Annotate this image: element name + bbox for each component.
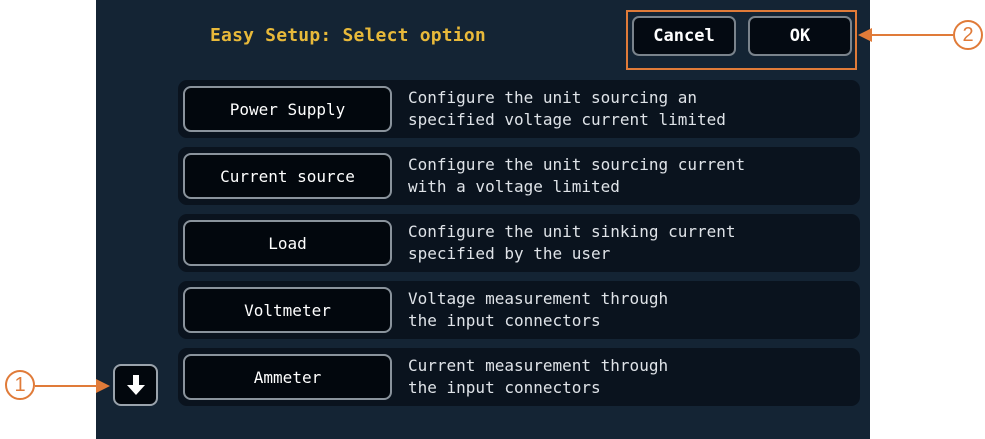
option-description: Configure the unit sourcing current with… [408, 154, 858, 198]
description-line: specified voltage current limited [408, 110, 726, 129]
option-description: Current measurement through the input co… [408, 355, 858, 399]
callout-marker-2: 2 [953, 20, 983, 50]
arrow-down-icon [126, 375, 145, 395]
arrow-right-icon [96, 379, 110, 393]
description-line: the input connectors [408, 311, 601, 330]
option-description: Voltage measurement through the input co… [408, 288, 858, 332]
option-description: Configure the unit sourcing an specified… [408, 87, 858, 131]
callout-box-2 [626, 10, 857, 70]
ammeter-button[interactable]: Ammeter [183, 354, 392, 400]
voltmeter-button[interactable]: Voltmeter [183, 287, 392, 333]
description-line: Configure the unit sourcing an [408, 88, 697, 107]
arrow-left-icon [858, 28, 872, 42]
scroll-down-button[interactable] [113, 364, 158, 406]
power-supply-button[interactable]: Power Supply [183, 86, 392, 132]
callout-leader-1 [35, 385, 99, 387]
description-line: the input connectors [408, 378, 601, 397]
current-source-button[interactable]: Current source [183, 153, 392, 199]
description-line: with a voltage limited [408, 177, 620, 196]
description-line: specified by the user [408, 244, 611, 263]
callout-marker-1: 1 [5, 370, 35, 400]
load-button[interactable]: Load [183, 220, 392, 266]
page-title: Easy Setup: Select option [210, 25, 486, 46]
callout-leader-2 [872, 34, 953, 36]
description-line: Configure the unit sourcing current [408, 155, 746, 174]
option-description: Configure the unit sinking current speci… [408, 221, 858, 265]
description-line: Voltage measurement through [408, 289, 669, 308]
description-line: Current measurement through [408, 356, 669, 375]
description-line: Configure the unit sinking current [408, 222, 736, 241]
